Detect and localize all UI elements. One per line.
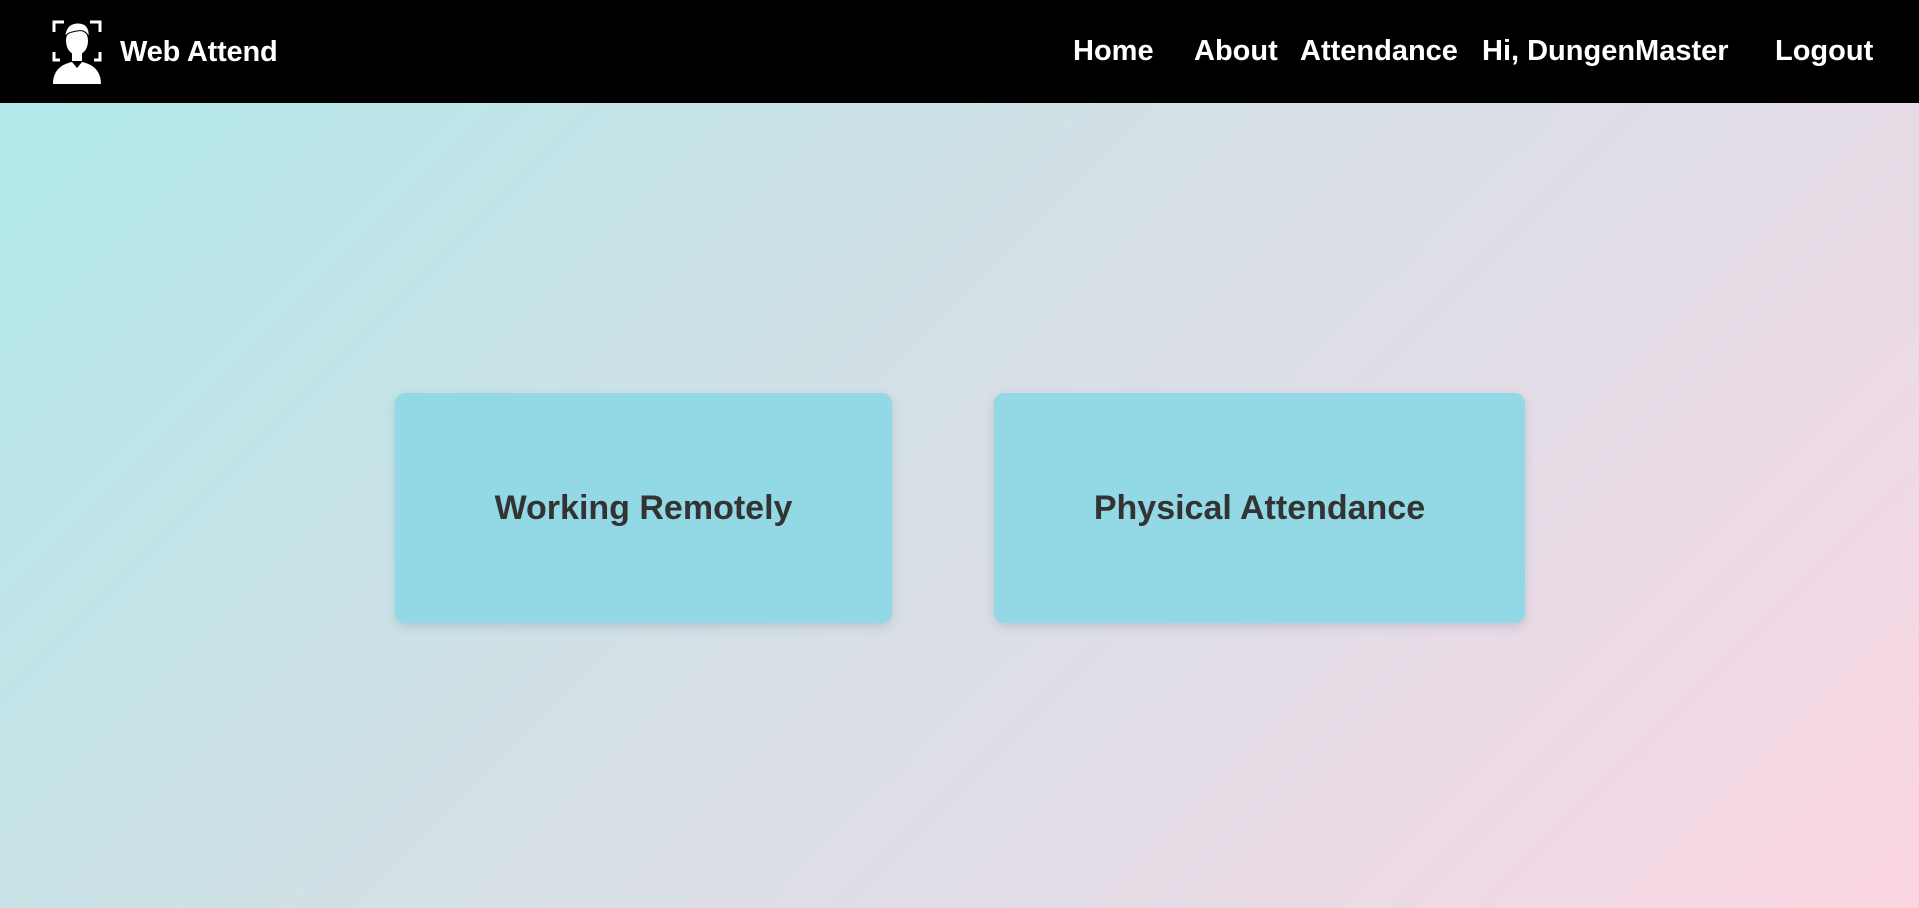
physical-attendance-button[interactable]: Physical Attendance (994, 393, 1525, 623)
nav-attendance-link[interactable]: Attendance (1300, 33, 1458, 69)
nav-about-link[interactable]: About (1194, 33, 1278, 69)
working-remotely-button[interactable]: Working Remotely (395, 393, 892, 623)
physical-attendance-label: Physical Attendance (1093, 488, 1426, 527)
brand-link[interactable]: Web Attend (52, 20, 278, 84)
nav-logout-link[interactable]: Logout (1775, 33, 1873, 69)
face-scan-user-icon (52, 20, 102, 84)
user-greeting-link[interactable]: Hi, DungenMaster (1482, 33, 1729, 69)
top-navbar: Web Attend Home About Attendance Hi, Dun… (0, 0, 1919, 103)
brand-name: Web Attend (120, 35, 278, 68)
working-remotely-label: Working Remotely (494, 488, 793, 527)
nav-home-link[interactable]: Home (1073, 33, 1154, 69)
